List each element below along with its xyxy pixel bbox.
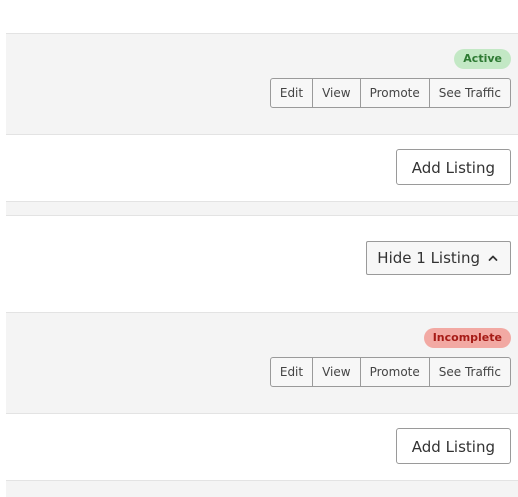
divider-band	[6, 201, 518, 216]
view-button[interactable]: View	[312, 358, 359, 386]
add-listing-button[interactable]: Add Listing	[395, 149, 511, 185]
promote-button[interactable]: Promote	[359, 79, 429, 107]
listings-page: Active Edit View Promote See Traffic Add…	[0, 0, 518, 497]
hide-listings-button[interactable]: Hide 1 Listing	[366, 241, 511, 275]
status-badge: Active	[454, 49, 511, 69]
listing-actions: Edit View Promote See Traffic	[269, 78, 511, 108]
add-listing-button[interactable]: Add Listing	[395, 428, 511, 464]
hide-listings-label: Hide 1 Listing	[377, 249, 480, 267]
chevron-up-icon	[488, 255, 498, 261]
edit-button[interactable]: Edit	[271, 358, 312, 386]
listing-card: Active Edit View Promote See Traffic	[6, 33, 518, 135]
promote-button[interactable]: Promote	[359, 358, 429, 386]
see-traffic-button[interactable]: See Traffic	[428, 358, 510, 386]
edit-button[interactable]: Edit	[271, 79, 312, 107]
listing-card: Incomplete Edit View Promote See Traffic	[6, 312, 518, 414]
status-badge: Incomplete	[423, 328, 511, 348]
listing-actions: Edit View Promote See Traffic	[269, 357, 511, 387]
view-button[interactable]: View	[312, 79, 359, 107]
see-traffic-button[interactable]: See Traffic	[428, 79, 510, 107]
divider-band	[6, 480, 518, 497]
